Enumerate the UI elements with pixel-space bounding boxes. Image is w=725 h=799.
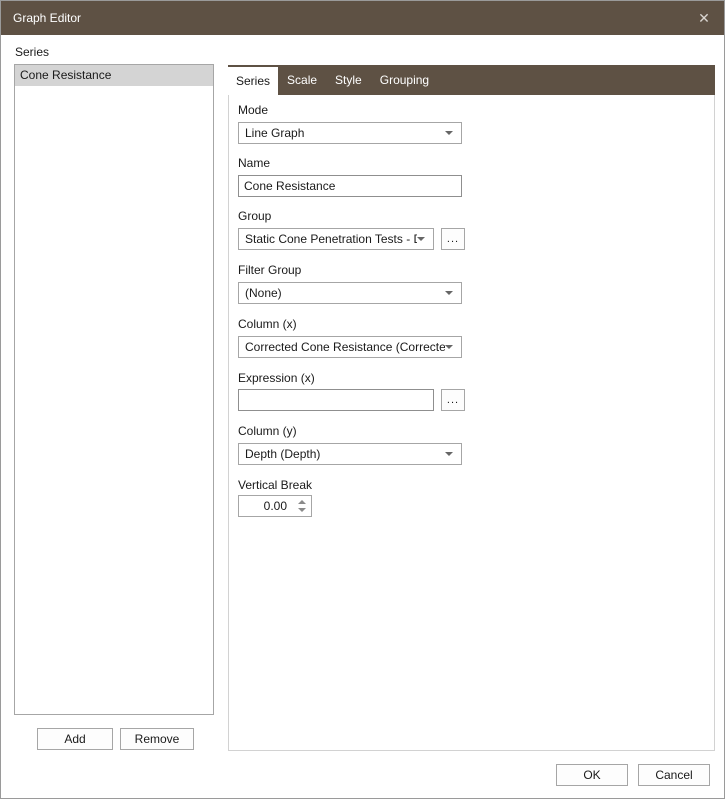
mode-label: Mode: [238, 103, 269, 117]
ok-button[interactable]: OK: [556, 764, 628, 786]
cancel-button[interactable]: Cancel: [638, 764, 710, 786]
chevron-down-icon: [445, 345, 453, 349]
filter-group-value: (None): [245, 286, 282, 300]
tab-style[interactable]: Style: [326, 65, 371, 95]
series-listbox[interactable]: Cone Resistance: [14, 64, 214, 715]
tab-scale[interactable]: Scale: [278, 65, 326, 95]
expression-x-field-wrap: [238, 389, 434, 411]
add-button[interactable]: Add: [37, 728, 113, 750]
name-field[interactable]: [239, 176, 461, 196]
expression-x-browse-button[interactable]: ...: [441, 389, 465, 411]
chevron-down-icon: [445, 452, 453, 456]
filter-group-dropdown[interactable]: (None): [238, 282, 462, 304]
expression-x-field[interactable]: [239, 390, 433, 410]
close-icon[interactable]: ✕: [684, 1, 724, 35]
chevron-down-icon: [417, 237, 425, 241]
tab-series[interactable]: Series: [228, 67, 279, 95]
group-label: Group: [238, 209, 272, 223]
column-y-value: Depth (Depth): [245, 447, 321, 461]
tab-strip: Series Scale Style Grouping: [228, 65, 715, 95]
name-field-wrap: [238, 175, 462, 197]
chevron-down-icon: [445, 131, 453, 135]
series-panel-label: Series: [15, 45, 50, 59]
vertical-break-stepper[interactable]: 0.00: [238, 495, 312, 517]
stepper-arrows: [295, 496, 309, 516]
title-bar: Graph Editor ✕: [1, 1, 724, 35]
mode-value: Line Graph: [245, 126, 305, 140]
column-x-value: Corrected Cone Resistance (Corrected: [245, 340, 445, 354]
expression-x-label: Expression (x): [238, 371, 315, 385]
stepper-up-icon[interactable]: [298, 500, 306, 504]
stepper-down-icon[interactable]: [298, 508, 306, 512]
filter-group-label: Filter Group: [238, 263, 302, 277]
name-label: Name: [238, 156, 271, 170]
group-dropdown[interactable]: Static Cone Penetration Tests - D: [238, 228, 434, 250]
vertical-break-value: 0.00: [263, 499, 287, 513]
column-y-dropdown[interactable]: Depth (Depth): [238, 443, 462, 465]
window-title: Graph Editor: [13, 11, 82, 25]
mode-dropdown[interactable]: Line Graph: [238, 122, 462, 144]
remove-button[interactable]: Remove: [120, 728, 194, 750]
list-item[interactable]: Cone Resistance: [15, 65, 213, 86]
chevron-down-icon: [445, 291, 453, 295]
column-y-label: Column (y): [238, 424, 297, 438]
graph-editor-dialog: Graph Editor ✕ Series Cone Resistance Ad…: [0, 0, 725, 799]
column-x-dropdown[interactable]: Corrected Cone Resistance (Corrected: [238, 336, 462, 358]
group-value: Static Cone Penetration Tests - D: [245, 232, 417, 246]
tab-grouping[interactable]: Grouping: [371, 65, 438, 95]
column-x-label: Column (x): [238, 317, 297, 331]
group-browse-button[interactable]: ...: [441, 228, 465, 250]
vertical-break-label: Vertical Break: [238, 478, 313, 492]
